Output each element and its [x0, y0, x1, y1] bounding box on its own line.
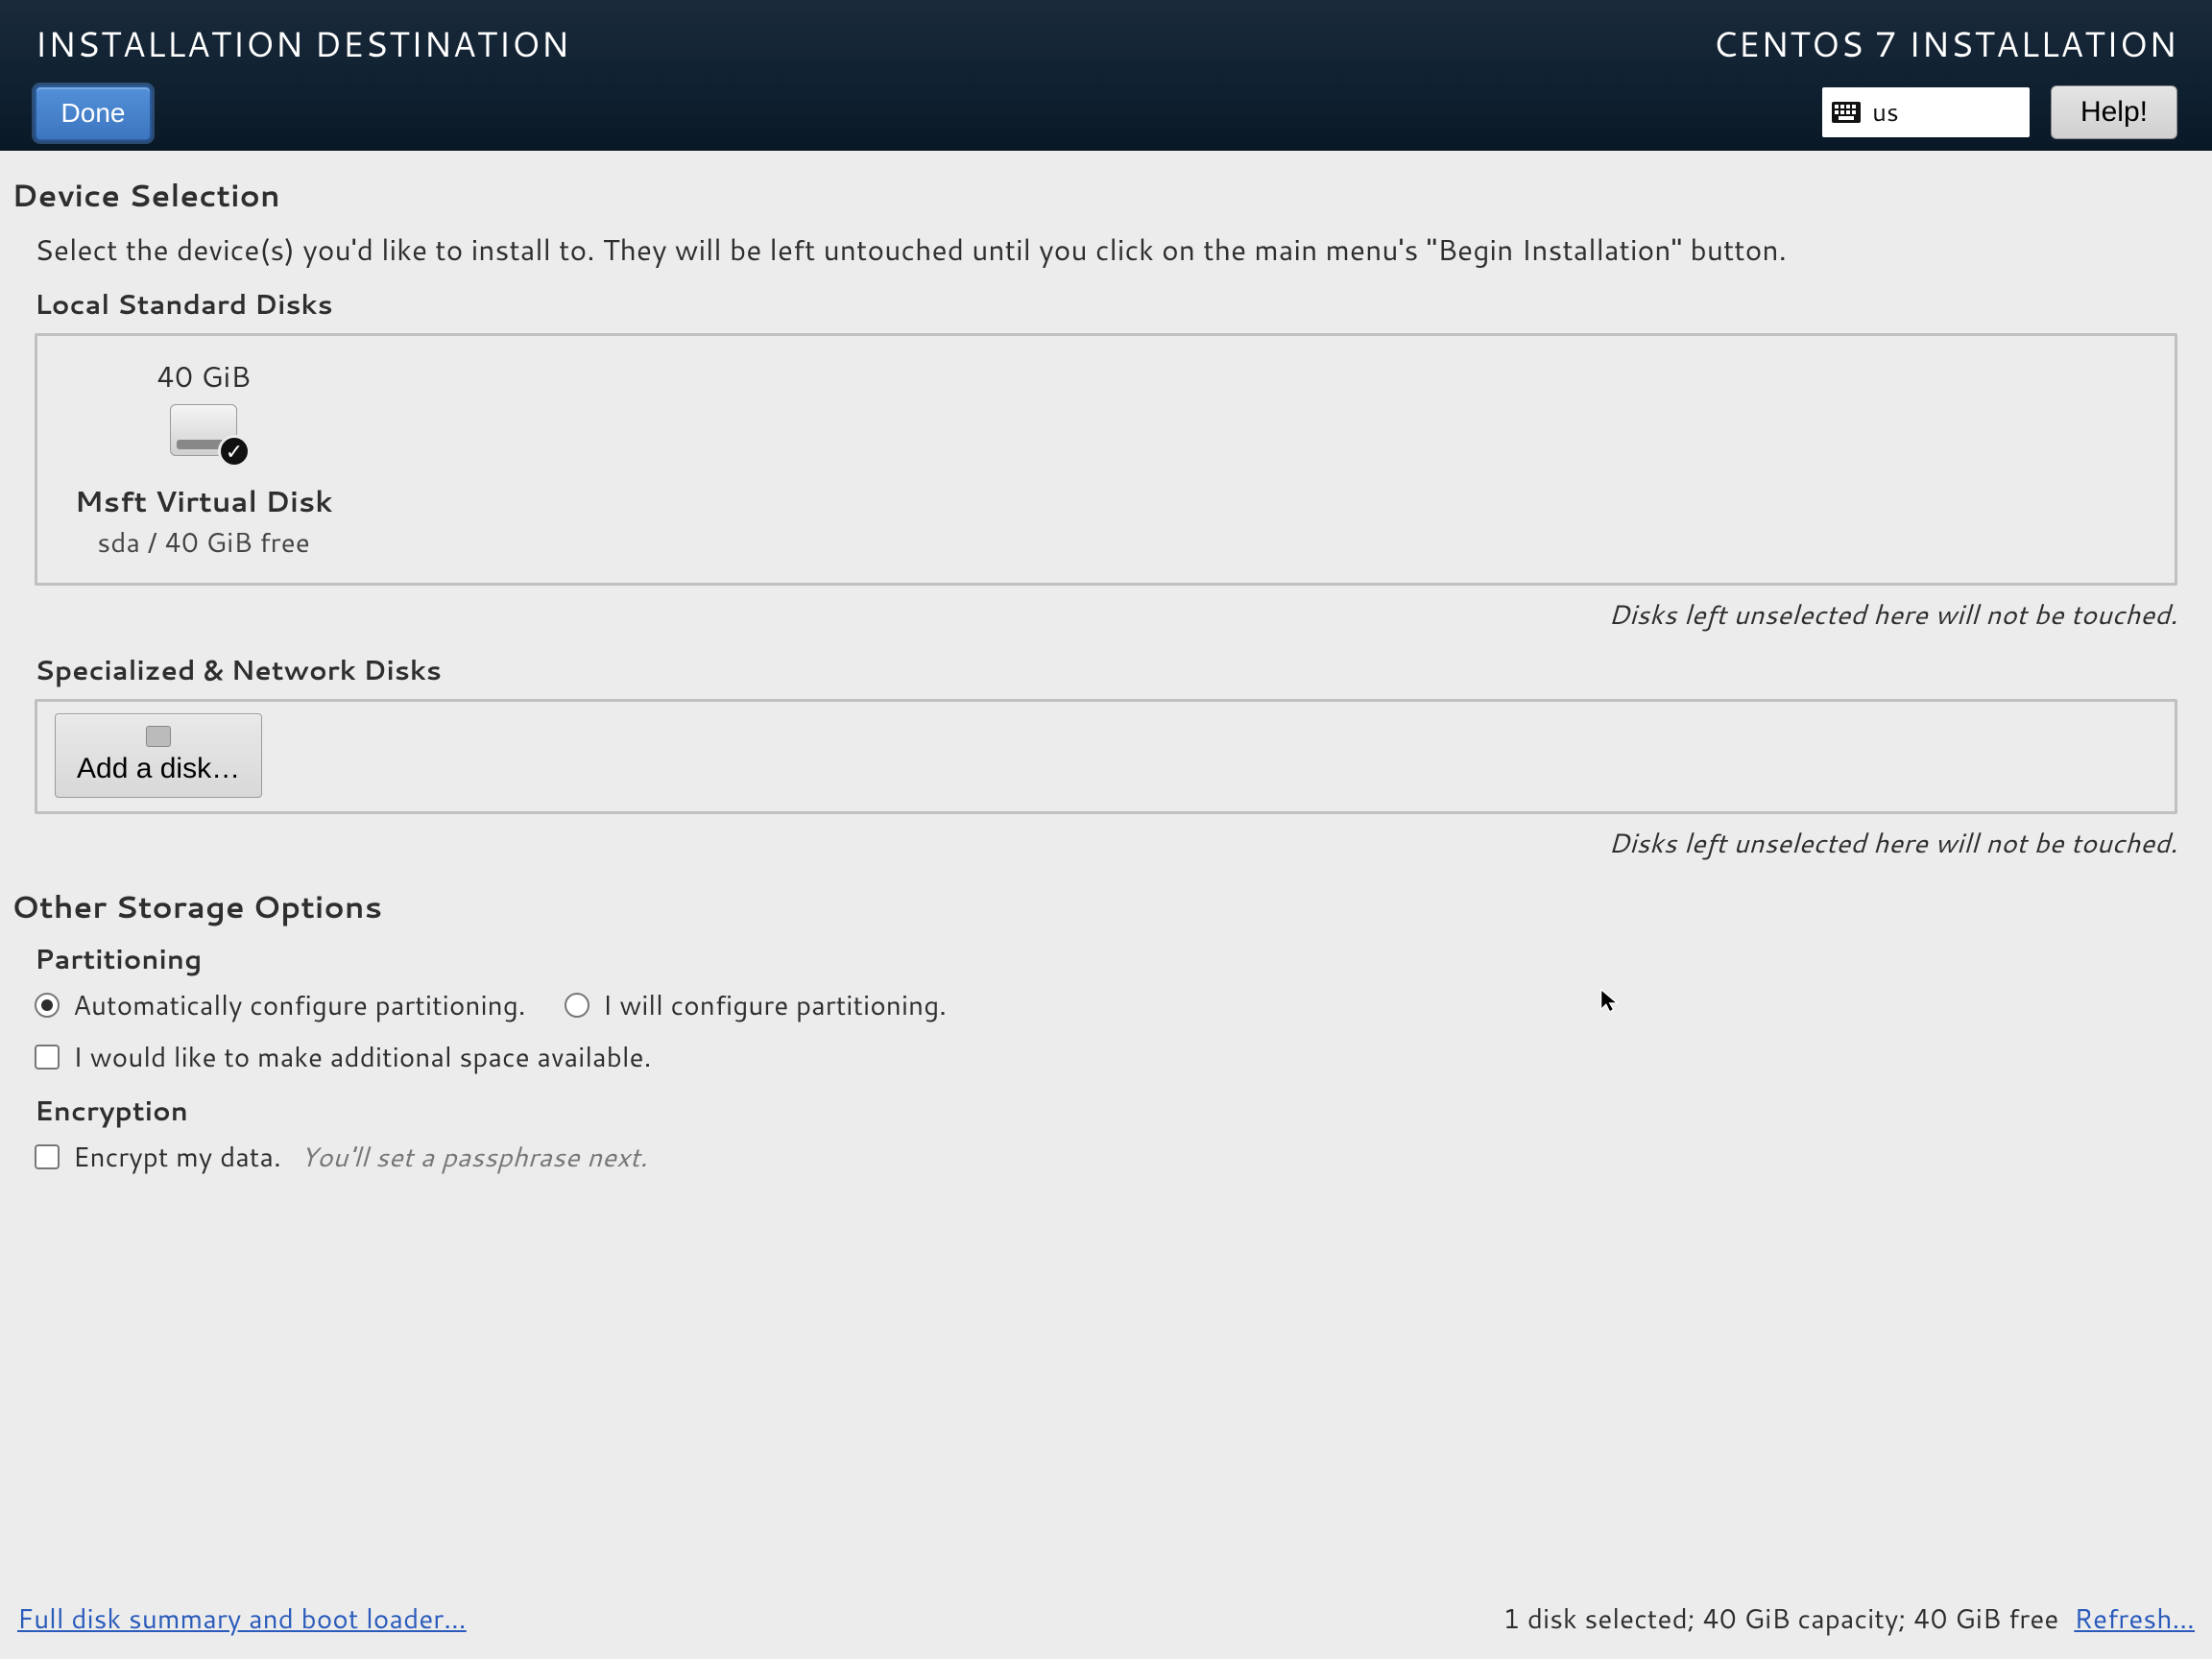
header-bar: INSTALLATION DESTINATION Done CENTOS 7 I… [0, 0, 2212, 151]
keyboard-layout-code: us [1872, 95, 1899, 130]
device-selection-description: Select the device(s) you'd like to insta… [35, 228, 2200, 270]
installer-title: CENTOS 7 INSTALLATION [1713, 19, 2177, 68]
local-disks-note: Disks left unselected here will not be t… [12, 595, 2177, 634]
storage-options-section: Other Storage Options Partitioning Autom… [12, 885, 2200, 1176]
radio-icon [565, 993, 589, 1018]
disk-icon-wrap: ✓ [170, 404, 237, 456]
done-button[interactable]: Done [35, 85, 152, 141]
header-right: CENTOS 7 INSTALLATION us Help! [1713, 19, 2177, 151]
header-left: INSTALLATION DESTINATION Done [35, 19, 570, 151]
help-button[interactable]: Help! [2051, 85, 2177, 139]
content-area: Device Selection Select the device(s) yo… [0, 151, 2212, 1176]
radio-auto-partition[interactable]: Automatically configure partitioning. [35, 986, 526, 1024]
checkbox-icon [35, 1144, 60, 1169]
disk-name: Msft Virtual Disk [70, 480, 337, 521]
radio-manual-label: I will configure partitioning. [603, 986, 947, 1024]
keyboard-icon [1832, 102, 1861, 123]
refresh-link[interactable]: Refresh… [2074, 1599, 2195, 1638]
local-disks-label: Local Standard Disks [35, 285, 2200, 324]
radio-icon [35, 993, 60, 1018]
local-disks-container: 40 GiB ✓ Msft Virtual Disk sda / 40 GiB … [35, 333, 2177, 586]
footer-right: 1 disk selected; 40 GiB capacity; 40 GiB… [1503, 1599, 2195, 1638]
selected-check-icon: ✓ [218, 435, 251, 468]
partitioning-group: Partitioning Automatically configure par… [35, 940, 2200, 1176]
mouse-cursor-icon [1599, 987, 1623, 1012]
add-disk-label: Add a disk… [77, 753, 240, 785]
footer-status: 1 disk selected; 40 GiB capacity; 40 GiB… [1503, 1599, 2058, 1638]
add-disk-icon [146, 726, 171, 747]
checkbox-additional-space[interactable]: I would like to make additional space av… [35, 1038, 2200, 1076]
checkbox-additional-space-label: I would like to make additional space av… [73, 1038, 651, 1076]
storage-options-title: Other Storage Options [12, 885, 2200, 928]
footer-bar: Full disk summary and boot loader… 1 dis… [0, 1582, 2212, 1659]
add-disk-button[interactable]: Add a disk… [55, 713, 262, 798]
checkbox-encrypt[interactable]: Encrypt my data. You'll set a passphrase… [35, 1138, 2200, 1176]
radio-manual-partition[interactable]: I will configure partitioning. [565, 986, 947, 1024]
specialized-disks-container: Add a disk… [35, 699, 2177, 814]
encryption-label: Encryption [35, 1092, 2200, 1130]
checkbox-encrypt-label: Encrypt my data. [73, 1138, 281, 1176]
specialized-disks-label: Specialized & Network Disks [35, 651, 2200, 689]
disk-summary-link[interactable]: Full disk summary and boot loader… [17, 1599, 467, 1638]
page-title: INSTALLATION DESTINATION [35, 19, 570, 68]
disk-meta: sda / 40 GiB free [70, 523, 337, 562]
specialized-disks-note: Disks left unselected here will not be t… [12, 824, 2177, 862]
disk-size: 40 GiB [70, 355, 337, 397]
device-selection-title: Device Selection [12, 174, 2200, 217]
encrypt-hint: You'll set a passphrase next. [301, 1138, 647, 1176]
keyboard-layout-selector[interactable]: us [1822, 87, 2030, 137]
checkbox-icon [35, 1045, 60, 1070]
radio-auto-label: Automatically configure partitioning. [73, 986, 526, 1024]
header-right-row: us Help! [1822, 85, 2177, 139]
disk-card-sda[interactable]: 40 GiB ✓ Msft Virtual Disk sda / 40 GiB … [55, 348, 352, 569]
partitioning-label: Partitioning [35, 940, 2200, 978]
